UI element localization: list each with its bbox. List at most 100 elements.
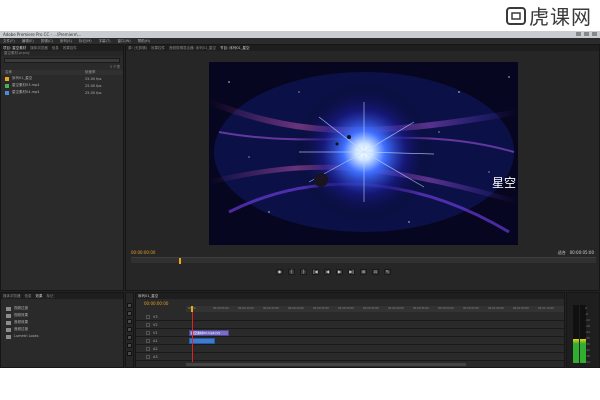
tab-effects[interactable]: 效果 [36, 293, 43, 299]
track-lane-a3[interactable] [186, 353, 564, 361]
project-panel: 项目: 星空素材 媒体浏览器 信息 效果控件 星空素材.prproj 3 个项 … [0, 44, 124, 291]
timeline-ruler[interactable]: 00:0000:00:05:0000:00:10:0000:00:15:0000… [186, 306, 564, 312]
watermark-logo: 虎课网 [505, 1, 592, 30]
transport-controls: ◆ { } |◀ ◀ ▶ ▶| ⊞ ⊡ ✎ [276, 269, 391, 275]
toggle-output-icon[interactable] [146, 314, 150, 319]
go-to-in-button[interactable]: |◀ [312, 269, 319, 275]
tab-source[interactable]: 源: (无剪辑) [128, 45, 147, 51]
track-header-a3[interactable]: A3 [136, 353, 186, 361]
close-button[interactable] [592, 32, 597, 36]
list-item[interactable]: 序列01_星空 25.00 fps [1, 75, 123, 82]
pen-tool-icon[interactable] [127, 343, 132, 348]
header-frame-rate[interactable]: 帧速率 [85, 70, 96, 75]
tools-panel [125, 292, 134, 368]
toggle-output-icon[interactable] [146, 322, 150, 327]
folder-item[interactable]: 视频过渡 [1, 305, 123, 312]
zoom-select[interactable]: 适合 [558, 250, 566, 255]
toggle-output-icon[interactable] [146, 330, 150, 335]
tab-sequence[interactable]: 序列01_星空 [138, 293, 158, 299]
track-header-v3[interactable]: V3 [136, 313, 186, 321]
item-name: 星空素材04.mp4 [12, 90, 40, 94]
folder-label: 音频效果 [14, 320, 28, 324]
timeline-timecode[interactable]: 00:00:00:00 [144, 301, 168, 306]
ruler-tick-label: 00:01:05:00 [513, 307, 529, 310]
folder-item[interactable]: 音频过渡 [1, 326, 123, 333]
slip-tool-icon[interactable] [127, 335, 132, 340]
tab-media-browser[interactable]: 媒体浏览器 [30, 45, 48, 51]
ruler-tick-label: 00:00:25:00 [313, 307, 329, 310]
razor-tool-icon[interactable] [127, 327, 132, 332]
play-button[interactable]: ▶ [336, 269, 343, 275]
track-lane-v2[interactable] [186, 321, 564, 329]
header-name[interactable]: 名称 [5, 70, 85, 75]
tab-effect-controls[interactable]: 效果控件 [151, 45, 165, 51]
track-header-v1[interactable]: V1 [136, 329, 186, 337]
tab-info[interactable]: 信息 [52, 45, 59, 51]
folder-item[interactable]: 音频效果 [1, 319, 123, 326]
ripple-edit-tool-icon[interactable] [127, 319, 132, 324]
add-marker-button[interactable]: ◆ [276, 269, 283, 275]
list-item[interactable]: 星空素材04.mp4 25.00 fps [1, 89, 123, 96]
meter-left-fill [573, 338, 579, 363]
sequence-icon [5, 76, 9, 81]
video-frame[interactable]: 星空 [209, 62, 518, 245]
folder-item[interactable]: 视频效果 [1, 312, 123, 319]
program-timecode[interactable]: 00:00:00:00 [131, 250, 155, 255]
track-lane-a2[interactable] [186, 345, 564, 353]
timeline-tracks[interactable]: 星空素材03.mp4 [V] [186, 313, 564, 361]
track-header-v2[interactable]: V2 [136, 321, 186, 329]
track-lane-v3[interactable] [186, 313, 564, 321]
folder-icon [6, 320, 11, 325]
mute-icon[interactable] [146, 346, 150, 351]
folder-item[interactable]: Lumetri Looks [1, 333, 123, 340]
folder-icon [6, 306, 11, 311]
tab-effect-controls[interactable]: 效果控件 [63, 45, 77, 51]
timeline-scrollbar[interactable] [186, 363, 466, 366]
mute-icon[interactable] [146, 338, 150, 343]
track-lane-v1[interactable]: 星空素材03.mp4 [V] [186, 329, 564, 337]
mute-icon[interactable] [146, 354, 150, 359]
tab-info[interactable]: 信息 [25, 293, 32, 299]
program-scrub-bar[interactable] [131, 257, 596, 264]
title-bar: Adobe Premiere Pro CC - ...\Premiere\... [0, 31, 600, 38]
program-playhead[interactable] [179, 258, 181, 264]
audio-meter-panel: 0 -6 -12 -18 -24 -30 -36 -42 -48 -54 [566, 292, 600, 368]
step-back-button[interactable]: ◀ [324, 269, 331, 275]
tiger-logo-icon [506, 6, 526, 25]
folder-icon [6, 313, 11, 318]
timeline-panel: 序列01_星空 00:00:00:00 00:0000:00:05:0000:0… [135, 292, 565, 368]
extract-button[interactable]: ⊡ [372, 269, 379, 275]
project-search-input[interactable] [4, 58, 120, 63]
ruler-tick-label: 00:01:00:00 [488, 307, 504, 310]
track-header-a2[interactable]: A2 [136, 345, 186, 353]
video-clip-icon [5, 90, 9, 95]
item-rate: 25.00 fps [85, 83, 102, 88]
effects-panel: 媒体浏览器 信息 效果 标记 视频过渡 视频效果 音频效果 音频过渡 Lumet… [0, 292, 124, 368]
tab-markers[interactable]: 标记 [47, 293, 54, 299]
list-item[interactable]: 星空素材03.mp4 25.00 fps [1, 82, 123, 89]
minimize-button[interactable] [576, 32, 581, 36]
export-frame-button[interactable]: ✎ [384, 269, 391, 275]
video-clip-icon [5, 83, 9, 88]
meter-scale-label: -54 [585, 360, 590, 364]
mark-in-button[interactable]: { [288, 269, 295, 275]
tab-program[interactable]: 节目: 序列01_星空 [220, 45, 250, 51]
track-lane-a1[interactable] [186, 337, 564, 345]
tab-audio-mixer[interactable]: 音频剪辑混合器: 序列01_星空 [169, 45, 216, 51]
ruler-tick-label: 00:01:10:00 [538, 307, 554, 310]
maximize-button[interactable] [584, 32, 589, 36]
folder-icon [6, 327, 11, 332]
selection-tool-icon[interactable] [127, 303, 132, 308]
mark-out-button[interactable]: } [300, 269, 307, 275]
track-header-a1[interactable]: A1 [136, 337, 186, 345]
ruler-tick-label: 00:00:20:00 [288, 307, 304, 310]
tab-media-browser[interactable]: 媒体浏览器 [3, 293, 21, 299]
meter-left [573, 305, 579, 363]
window-controls [576, 32, 597, 36]
track-select-tool-icon[interactable] [127, 311, 132, 316]
go-to-out-button[interactable]: ▶| [348, 269, 355, 275]
lift-button[interactable]: ⊞ [360, 269, 367, 275]
project-file-name: 星空素材.prproj [4, 51, 30, 55]
hand-tool-icon[interactable] [127, 351, 132, 356]
video-clip[interactable]: 星空素材03.mp4 [V] [189, 330, 229, 336]
